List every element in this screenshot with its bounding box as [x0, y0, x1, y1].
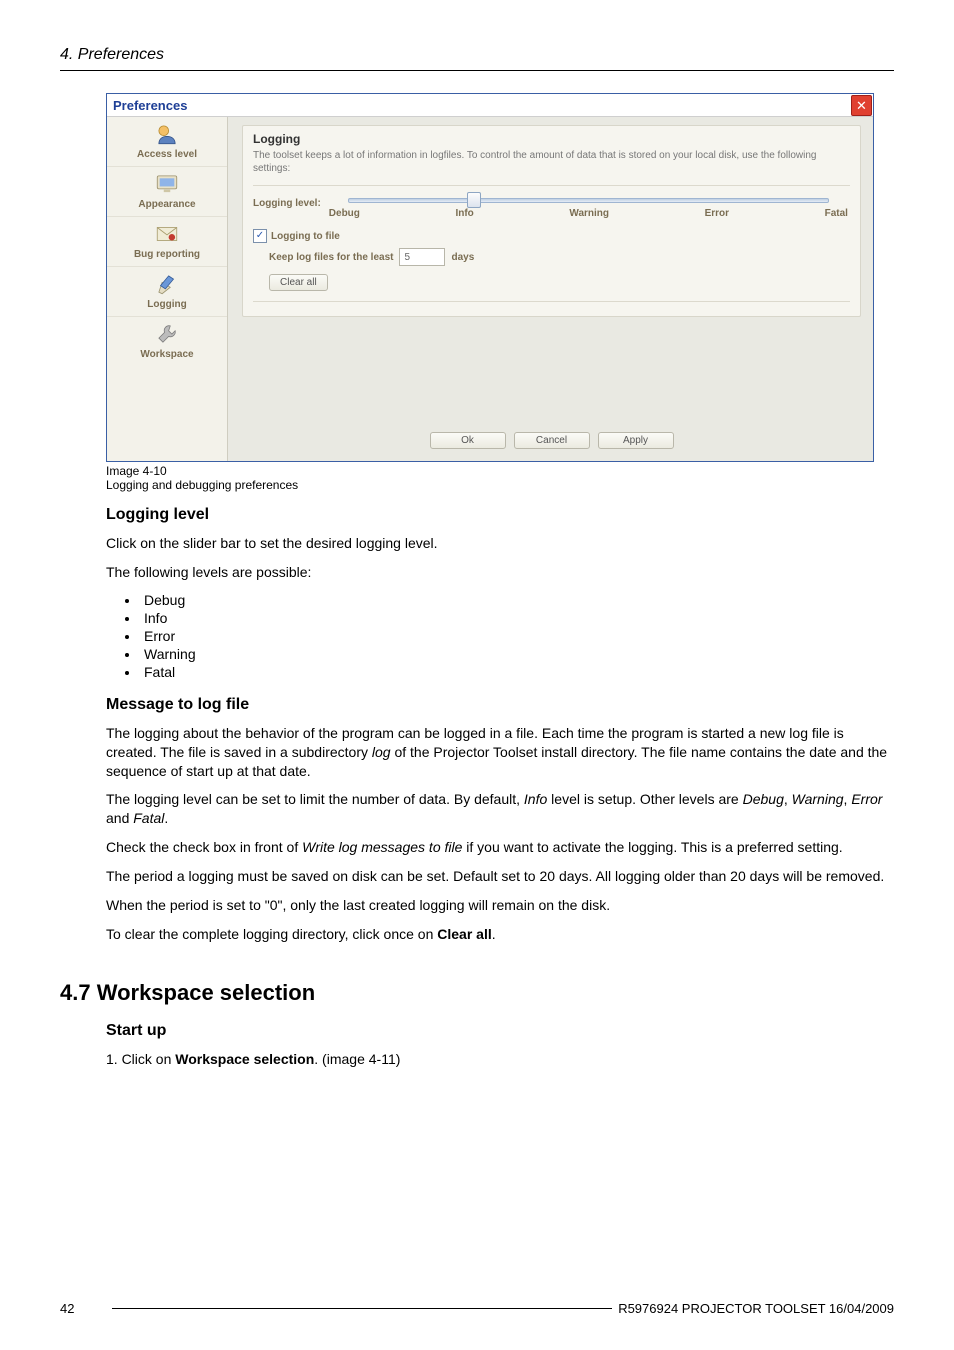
sidebar-item-label: Logging	[147, 299, 186, 310]
body-paragraph: The period a logging must be saved on di…	[106, 867, 894, 886]
logging-card: Logging The toolset keeps a lot of infor…	[242, 125, 861, 317]
tick-error: Error	[705, 208, 729, 219]
body-paragraph: Click on the slider bar to set the desir…	[106, 534, 894, 553]
card-separator	[253, 185, 850, 186]
sidebar-item-label: Appearance	[138, 199, 195, 210]
tick-warning: Warning	[569, 208, 609, 219]
sidebar-item-logging[interactable]: Logging	[107, 267, 227, 317]
dialog-body: Access level Appearance	[107, 117, 873, 461]
sidebar: Access level Appearance	[107, 117, 228, 461]
tick-info: Info	[455, 208, 473, 219]
pen-icon	[154, 271, 180, 297]
header-rule	[60, 70, 894, 71]
logging-level-slider[interactable]: Debug Info Warning Error Fatal	[327, 192, 850, 219]
close-icon[interactable]: ✕	[851, 95, 872, 116]
sidebar-item-label: Bug reporting	[134, 249, 200, 260]
card-description: The toolset keeps a lot of information i…	[253, 149, 850, 175]
keep-files-suffix: days	[451, 252, 474, 263]
body-paragraph: To clear the complete logging directory,…	[106, 925, 894, 944]
titlebar: Preferences ✕	[107, 94, 873, 117]
levels-list: Debug Info Error Warning Fatal	[120, 592, 894, 680]
sidebar-item-appearance[interactable]: Appearance	[107, 167, 227, 217]
sidebar-item-label: Workspace	[140, 349, 193, 360]
list-item: Debug	[140, 592, 894, 608]
card-separator-bottom	[253, 301, 850, 302]
page-number: 42	[60, 1301, 106, 1316]
list-item: Error	[140, 628, 894, 644]
body-paragraph: When the period is set to "0", only the …	[106, 896, 894, 915]
body-paragraph: The following levels are possible:	[106, 563, 894, 582]
workspace-selection-heading: 4.7 Workspace selection	[60, 980, 894, 1006]
logging-level-heading: Logging level	[106, 506, 894, 524]
footer: 42 R5976924 PROJECTOR TOOLSET 16/04/2009	[60, 1301, 894, 1316]
keep-files-row: Keep log files for the least 5 days	[269, 248, 850, 266]
body-paragraph: The logging level can be set to limit th…	[106, 790, 894, 828]
wrench-icon	[154, 321, 180, 347]
clear-all-button[interactable]: Clear all	[269, 274, 328, 291]
logging-to-file-label: Logging to file	[271, 231, 340, 242]
keep-files-prefix: Keep log files for the least	[269, 252, 393, 263]
sidebar-item-bug-reporting[interactable]: Bug reporting	[107, 217, 227, 267]
body-paragraph: The logging about the behavior of the pr…	[106, 724, 894, 781]
logging-to-file-checkbox[interactable]: ✓	[253, 229, 267, 243]
image-caption-number: Image 4-10	[106, 464, 894, 478]
envelope-icon	[154, 221, 180, 247]
cancel-button[interactable]: Cancel	[514, 432, 590, 449]
tick-fatal: Fatal	[825, 208, 848, 219]
sidebar-item-workspace[interactable]: Workspace	[107, 317, 227, 366]
window-title: Preferences	[107, 98, 187, 113]
chapter-title: 4. Preferences	[60, 46, 894, 64]
logging-level-row: Logging level: Debug Info Warning Error	[253, 192, 850, 219]
sidebar-item-access-level[interactable]: Access level	[107, 117, 227, 167]
user-icon	[154, 121, 180, 147]
message-to-log-file-heading: Message to log file	[106, 696, 894, 714]
keep-files-input[interactable]: 5	[399, 248, 445, 266]
list-item: Fatal	[140, 664, 894, 680]
apply-button[interactable]: Apply	[598, 432, 674, 449]
body-paragraph: 1. Click on Workspace selection. (image …	[106, 1050, 894, 1069]
footer-rule	[112, 1308, 612, 1309]
dialog-button-bar: Ok Cancel Apply	[242, 424, 861, 457]
body-paragraph: Check the check box in front of Write lo…	[106, 838, 894, 857]
logging-level-label: Logging level:	[253, 192, 321, 209]
start-up-heading: Start up	[106, 1022, 894, 1040]
preferences-dialog: Preferences ✕ Access level	[106, 93, 874, 462]
list-item: Info	[140, 610, 894, 626]
list-item: Warning	[140, 646, 894, 662]
ok-button[interactable]: Ok	[430, 432, 506, 449]
footer-revision: R5976924 PROJECTOR TOOLSET 16/04/2009	[618, 1301, 894, 1316]
tick-debug: Debug	[329, 208, 360, 219]
card-title: Logging	[253, 132, 850, 146]
image-caption-text: Logging and debugging preferences	[106, 478, 894, 492]
sidebar-item-label: Access level	[137, 149, 197, 160]
logging-to-file-row: ✓ Logging to file	[253, 229, 850, 243]
content-pane: Logging The toolset keeps a lot of infor…	[228, 117, 873, 461]
monitor-icon	[154, 171, 180, 197]
